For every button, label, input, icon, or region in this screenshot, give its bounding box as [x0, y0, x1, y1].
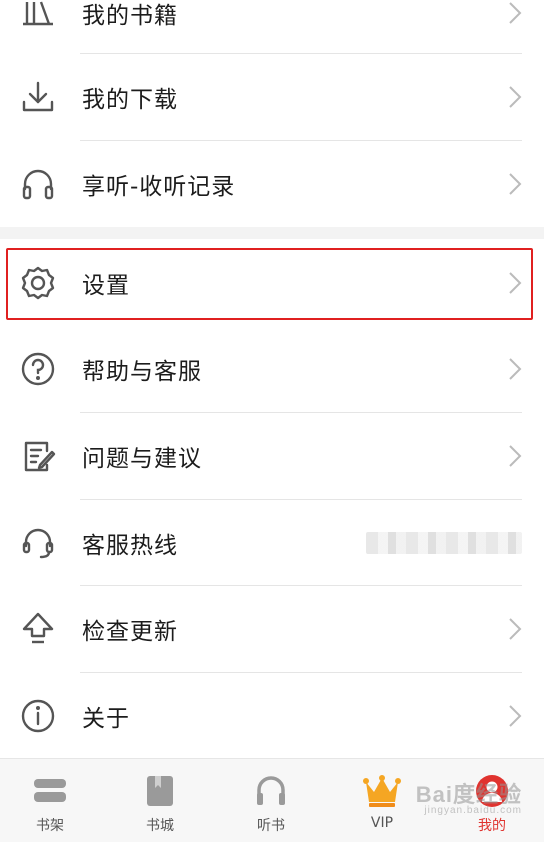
- chevron-right-icon: [509, 2, 522, 24]
- chevron-right-icon: [509, 358, 522, 380]
- tab-bookshelf[interactable]: 书架: [0, 759, 104, 842]
- tab-label: 书城: [146, 818, 174, 834]
- menu-item-label: 关于: [82, 706, 130, 732]
- info-icon: [18, 696, 58, 736]
- menu-item-hotline[interactable]: 客服热线: [0, 500, 544, 586]
- gear-icon: [18, 263, 58, 303]
- menu-item-label: 客服热线: [82, 533, 178, 559]
- headphones-icon: [18, 164, 58, 204]
- menu-item-feedback[interactable]: 问题与建议: [0, 413, 544, 499]
- tab-bookstore[interactable]: 书城: [106, 759, 214, 842]
- menu-item-label: 检查更新: [82, 619, 178, 645]
- bookstore-icon: [140, 771, 180, 811]
- menu-item-listen-history[interactable]: 享听-收听记录: [0, 141, 544, 227]
- bookshelf-icon: [30, 771, 70, 811]
- headphones-icon: [251, 771, 291, 811]
- chevron-right-icon: [509, 173, 522, 195]
- tab-label: 我的: [478, 818, 506, 834]
- menu-item-my-books[interactable]: 我的书籍: [0, 0, 544, 56]
- tab-audiobook[interactable]: 听书: [217, 759, 325, 842]
- menu-item-label: 设置: [82, 273, 130, 299]
- menu-item-help[interactable]: 帮助与客服: [0, 326, 544, 412]
- crown-icon: [362, 771, 402, 811]
- tab-label: VIP: [370, 815, 394, 831]
- menu-item-label: 问题与建议: [82, 446, 202, 472]
- download-icon: [18, 77, 58, 117]
- menu-item-my-downloads[interactable]: 我的下载: [0, 54, 544, 140]
- watermark: Bai度经验 jingyan.baidu.com: [415, 782, 522, 816]
- tab-label: 书架: [36, 818, 64, 834]
- chevron-right-icon: [509, 86, 522, 108]
- hotline-number-blurred: [366, 532, 522, 554]
- upload-arrow-icon: [18, 609, 58, 649]
- feedback-icon: [18, 436, 58, 476]
- chevron-right-icon: [509, 272, 522, 294]
- section-gap: [0, 227, 544, 239]
- menu-item-label: 帮助与客服: [82, 359, 202, 385]
- menu-item-label: 享听-收听记录: [82, 174, 236, 200]
- menu-item-about[interactable]: 关于: [0, 673, 544, 759]
- tab-label: 听书: [257, 818, 285, 834]
- menu-item-label: 我的书籍: [82, 3, 178, 29]
- menu-item-label: 我的下载: [82, 87, 178, 113]
- menu-item-check-update[interactable]: 检查更新: [0, 586, 544, 672]
- chevron-right-icon: [509, 445, 522, 467]
- bottom-tab-bar: 书架 书城 听书 VIP 我的 Bai度经验 jingyan.baidu.com: [0, 758, 544, 842]
- menu-item-settings[interactable]: 设置: [0, 240, 544, 326]
- chevron-right-icon: [509, 618, 522, 640]
- headset-icon: [18, 523, 58, 563]
- books-icon: [18, 0, 58, 33]
- chevron-right-icon: [509, 705, 522, 727]
- help-icon: [18, 349, 58, 389]
